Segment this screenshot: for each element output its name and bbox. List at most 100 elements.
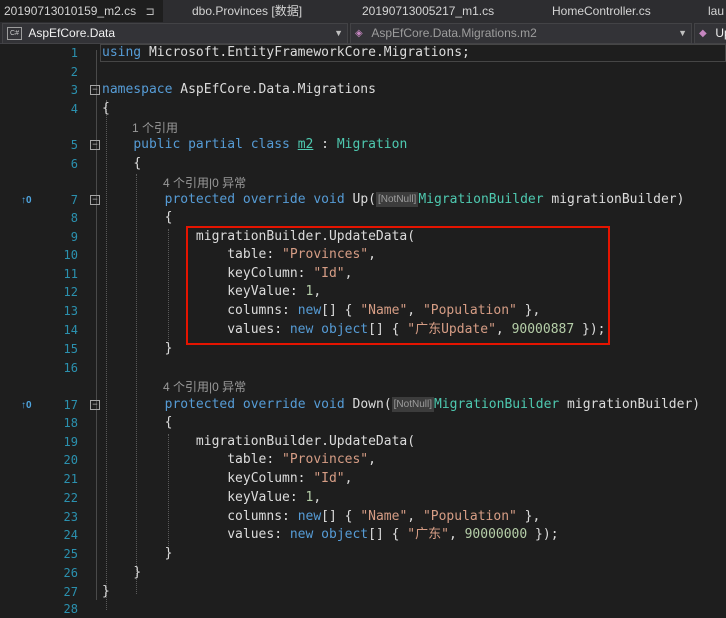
brace: { (133, 156, 142, 171)
override-marker-icon[interactable]: ↑0 (21, 400, 32, 411)
parameter-type: MigrationBuilder (418, 192, 544, 207)
code-line: 22 keyValue: 1, (0, 489, 726, 507)
code-line: 28 (0, 600, 726, 618)
csharp-project-icon: C# (7, 27, 22, 41)
line-number: 26 (63, 566, 78, 580)
tab-label: HomeController.cs (552, 4, 651, 18)
line-number: 23 (63, 510, 78, 524)
codelens-row: 4 个引用|0 异常 (0, 174, 726, 192)
line-number: 22 (63, 491, 78, 505)
line-number: 16 (63, 361, 78, 375)
code-line: 25 } (0, 545, 726, 563)
collapse-icon[interactable]: − (90, 195, 100, 205)
line-number: 7 (70, 193, 78, 207)
keyword: using (102, 45, 142, 60)
codelens-references[interactable]: 4 个引用|0 异常 (163, 174, 246, 192)
type-dropdown[interactable]: ◈ AspEfCore.Data.Migrations.m2 ▼ (350, 23, 692, 44)
keyword: public (133, 137, 181, 152)
line-number: 20 (63, 453, 78, 467)
code-line: 24 values: new object[] { "广东", 90000000… (0, 526, 726, 544)
chevron-down-icon: ▼ (678, 28, 687, 38)
code-text: : (313, 137, 337, 152)
line-number: 12 (63, 285, 78, 299)
code-line: 23 columns: new[] { "Name", "Population"… (0, 508, 726, 526)
codelens-row: 4 个引用|0 异常 (0, 378, 726, 396)
method-icon: ◆ (699, 27, 707, 39)
string-literal: "Provinces" (282, 452, 369, 467)
brace: } (133, 565, 142, 580)
tab-label: 20190713005217_m1.cs (362, 4, 495, 18)
tab-homecontroller-cs[interactable]: HomeController.cs (548, 0, 698, 22)
string-literal: "Id" (313, 471, 345, 486)
argument-label: keyColumn: (227, 471, 314, 486)
brace: } (164, 546, 173, 561)
line-number: 27 (63, 585, 78, 599)
code-line: 26 } (0, 564, 726, 582)
keyword: void (313, 397, 345, 412)
keyword: protected (164, 192, 236, 207)
line-number: 19 (63, 435, 78, 449)
code-line: 21 keyColumn: "Id", (0, 470, 726, 488)
collapse-icon[interactable]: − (90, 85, 100, 95)
keyword: void (313, 192, 345, 207)
brace: } (164, 341, 173, 356)
code-line: 16 (0, 359, 726, 377)
document-tab-strip: 20190713010159_m2.cs ⊐ ✕ dbo.Provinces [… (0, 0, 726, 22)
member-dropdown[interactable]: ◆ Up (694, 23, 726, 44)
tab-dbo-provinces[interactable]: dbo.Provinces [数据] (188, 0, 348, 22)
base-class-name: Migration (336, 137, 408, 152)
tab-m2-cs[interactable]: 20190713010159_m2.cs ⊐ ✕ (0, 0, 163, 22)
tab-label: dbo.Provinces [数据] (192, 4, 303, 18)
code-text: AspEfCore.Data.Migrations (172, 82, 376, 97)
collapse-icon[interactable]: − (90, 140, 100, 150)
tab-label: lau (708, 4, 725, 18)
tab-overflow[interactable]: lau (708, 0, 726, 22)
collapse-icon[interactable]: − (90, 400, 100, 410)
tab-m1-cs[interactable]: 20190713005217_m1.cs (358, 0, 528, 22)
code-line: 8 { (0, 209, 726, 227)
line-number: 15 (63, 342, 78, 356)
codelens-references[interactable]: 4 个引用|0 异常 (163, 378, 246, 396)
project-dropdown-label: AspEfCore.Data (28, 26, 116, 40)
method-name: Up (352, 192, 369, 207)
project-dropdown[interactable]: C# AspEfCore.Data ▼ (2, 23, 348, 44)
code-line: 3 − namespace AspEfCore.Data.Migrations (0, 81, 726, 99)
string-literal: "Name" (360, 509, 408, 524)
line-number: 3 (70, 83, 78, 97)
parameter-name: migrationBuilder) (543, 192, 685, 207)
string-literal: "广东" (407, 527, 449, 542)
attribute-hint: [NotNull] (375, 192, 419, 207)
line-number: 1 (70, 46, 78, 60)
parameter-name: migrationBuilder) (559, 397, 701, 412)
line-number: 8 (70, 211, 78, 225)
code-line: 20 table: "Provinces", (0, 451, 726, 469)
code-line: 5 − public partial class m2 : Migration (0, 136, 726, 154)
line-number: 6 (70, 157, 78, 171)
codelens-references[interactable]: 1 个引用 (132, 119, 178, 137)
code-line: 1 using Microsoft.EntityFrameworkCore.Mi… (0, 44, 726, 62)
tab-label: 20190713010159_m2.cs (4, 4, 137, 18)
line-number: 17 (63, 398, 78, 412)
brace: { (164, 210, 173, 225)
line-number: 11 (63, 267, 78, 281)
line-number: 24 (63, 528, 78, 542)
line-number: 18 (63, 416, 78, 430)
member-dropdown-label: Up (715, 26, 726, 40)
line-number: 14 (63, 323, 78, 337)
class-icon: ◈ (355, 27, 363, 39)
line-number: 13 (63, 304, 78, 318)
keyword: namespace (102, 82, 173, 97)
navigation-bar: C# AspEfCore.Data ▼ ◈ AspEfCore.Data.Mig… (0, 22, 726, 44)
pin-icon[interactable]: ⊐ (145, 6, 154, 18)
brace: { (102, 101, 110, 116)
number-literal: 90000000 (464, 527, 528, 542)
chevron-down-icon: ▼ (334, 28, 343, 38)
keyword: new (297, 509, 322, 524)
keyword: object (321, 527, 369, 542)
argument-label: table: (227, 452, 283, 467)
code-text: migrationBuilder.UpdateData( (195, 434, 416, 449)
type-dropdown-label: AspEfCore.Data.Migrations.m2 (371, 26, 537, 40)
code-line: ↑0 17 − protected override void Down([No… (21, 397, 701, 412)
argument-label: columns: (227, 509, 298, 524)
override-marker-icon[interactable]: ↑0 (21, 195, 32, 206)
